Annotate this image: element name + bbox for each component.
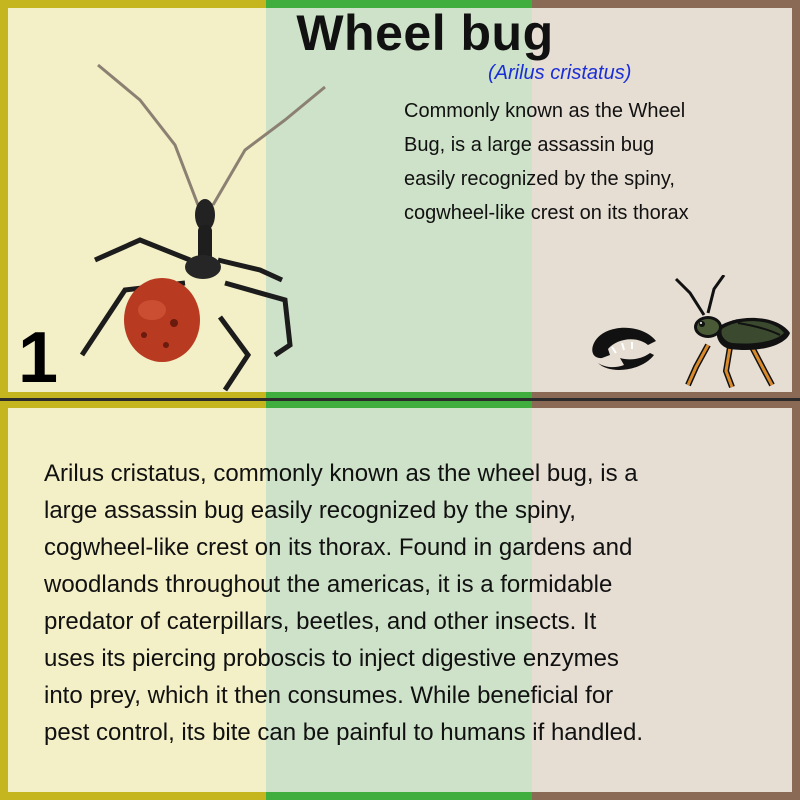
short-description: Commonly known as the Wheel Bug, is a la…: [404, 100, 689, 224]
frame-top-yellow: [0, 400, 266, 408]
frame-bottom-brown: [532, 792, 800, 800]
frame-bottom-green: [266, 792, 532, 800]
frame-top-brown: [532, 400, 800, 408]
card-top-panel: Wheel bug (Arilus cristatus) Commonly kn…: [0, 0, 800, 400]
scientific-name: (Arilus cristatus): [488, 62, 632, 84]
wheel-bug-photo-icon: [79, 63, 326, 392]
frame-right: [792, 400, 800, 800]
frame-bottom-yellow: [0, 792, 266, 800]
frame-top-green: [266, 400, 532, 408]
long-description: Arilus cristatus, commonly known as the …: [44, 460, 644, 746]
claw-icon: [592, 327, 656, 370]
card-bottom-panel: Arilus cristatus, commonly known as the …: [0, 400, 800, 800]
card-number: 1: [18, 318, 59, 398]
frame-left: [0, 400, 8, 800]
card-divider: [0, 398, 800, 401]
card-title: Wheel bug: [296, 5, 554, 61]
assassin-bug-icon: [674, 275, 790, 389]
